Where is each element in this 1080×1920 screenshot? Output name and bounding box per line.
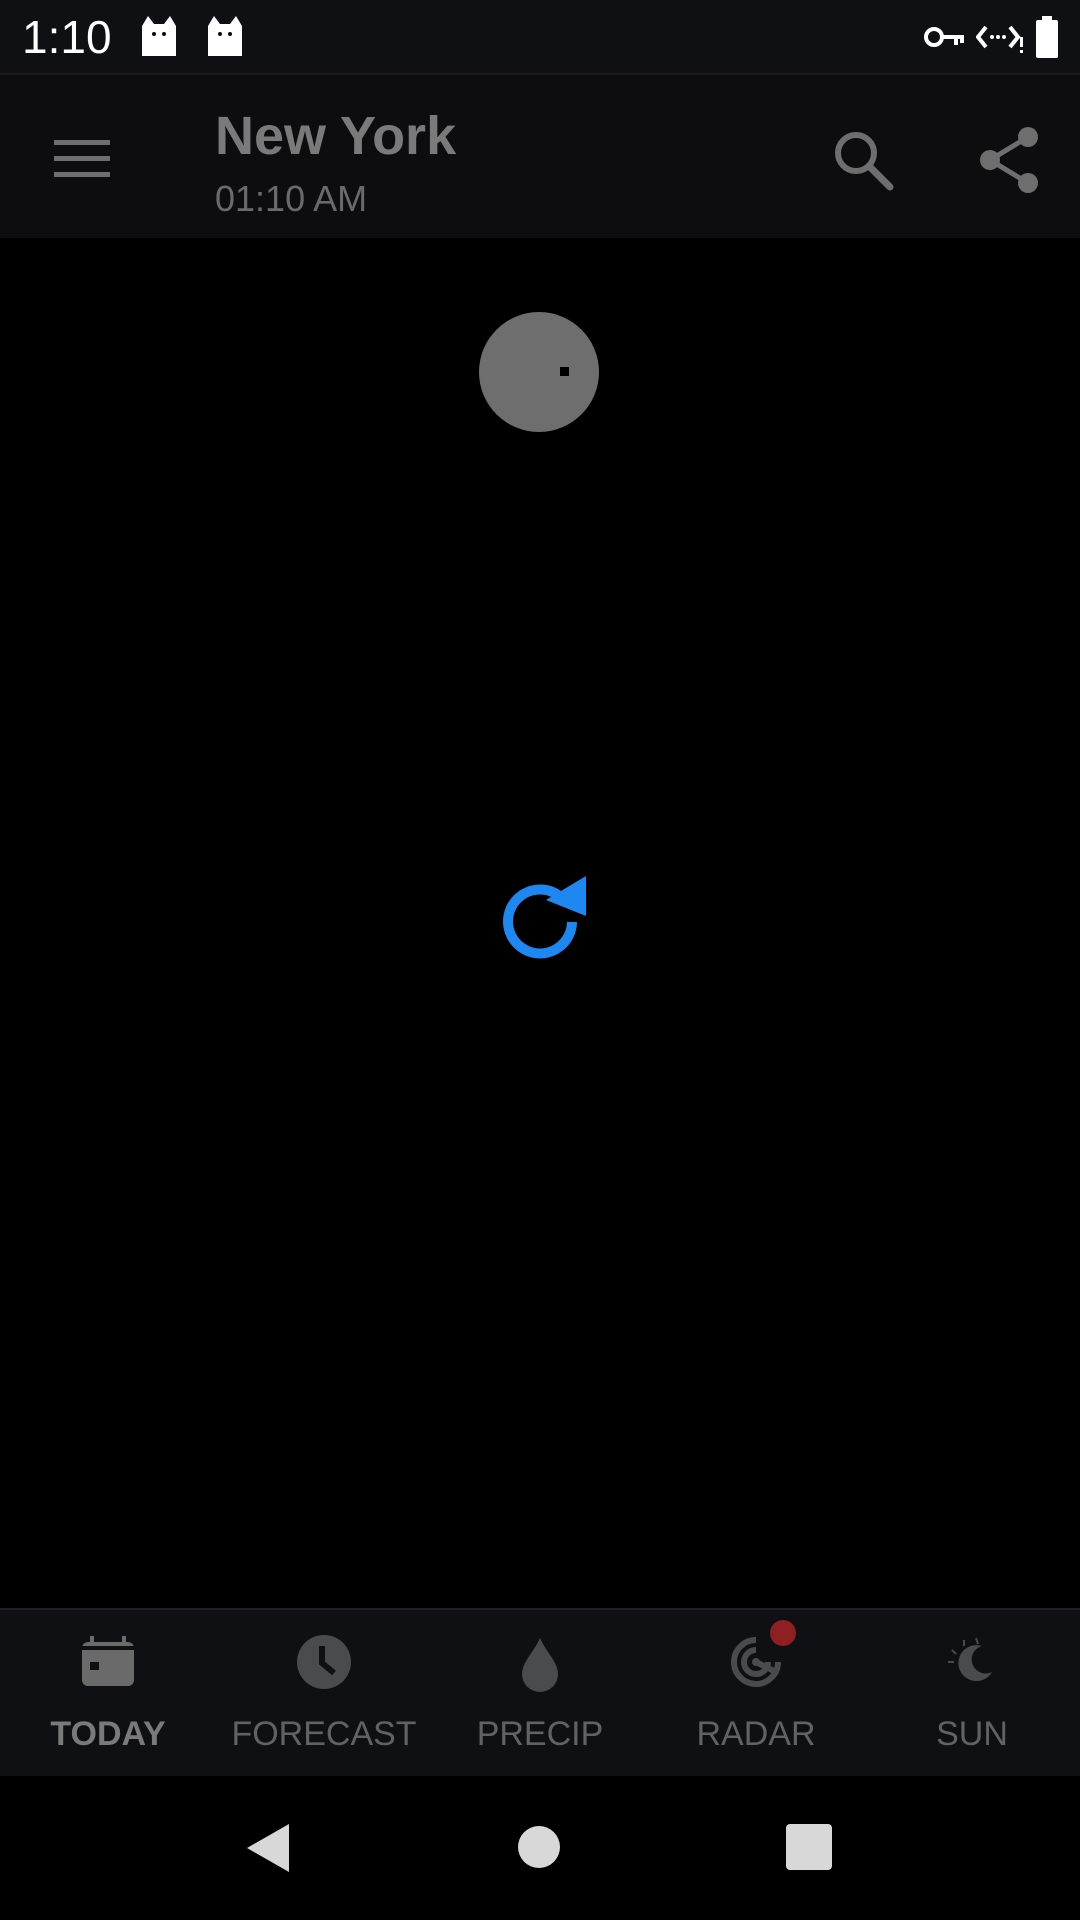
tab-radar[interactable]: RADAR — [648, 1610, 864, 1778]
tab-label: FORECAST — [231, 1715, 417, 1753]
cat-notification-icon — [142, 16, 176, 56]
vpn-key-icon — [924, 27, 964, 47]
raindrop-icon — [522, 1638, 558, 1692]
back-icon[interactable] — [243, 1822, 291, 1874]
moon-icon — [948, 1637, 992, 1682]
tab-precip[interactable]: PRECIP — [432, 1610, 648, 1778]
refresh-icon[interactable] — [488, 870, 592, 974]
share-icon[interactable] — [972, 123, 1046, 197]
cat-notification-icon — [208, 16, 242, 56]
battery-icon — [1036, 16, 1058, 58]
weather-placeholder-icon — [479, 312, 599, 432]
bottom-nav: TODAY FORECAST PRECIP RADAR SUN — [0, 1608, 1080, 1778]
data-saver-icon — [976, 25, 1023, 53]
home-icon[interactable] — [517, 1825, 561, 1869]
clock-icon — [297, 1635, 351, 1689]
search-icon[interactable] — [828, 125, 898, 195]
status-bar: 1:10 — [0, 0, 1080, 73]
tab-label: RADAR — [696, 1715, 816, 1753]
tab-sun[interactable]: SUN — [864, 1610, 1080, 1778]
calendar-icon — [82, 1636, 134, 1686]
status-time: 1:10 — [22, 11, 112, 63]
tab-label: PRECIP — [476, 1715, 604, 1753]
menu-icon[interactable] — [46, 130, 116, 186]
app-bar: New York 01:10 AM — [0, 73, 1080, 240]
tab-label: TODAY — [50, 1715, 166, 1753]
recents-icon[interactable] — [786, 1824, 832, 1870]
tab-label: SUN — [936, 1715, 1008, 1753]
local-time: 01:10 AM — [215, 178, 368, 219]
tab-forecast[interactable]: FORECAST — [216, 1610, 432, 1778]
tab-today[interactable]: TODAY — [0, 1610, 216, 1778]
radar-badge — [770, 1620, 796, 1646]
page-title: New York — [215, 106, 457, 166]
